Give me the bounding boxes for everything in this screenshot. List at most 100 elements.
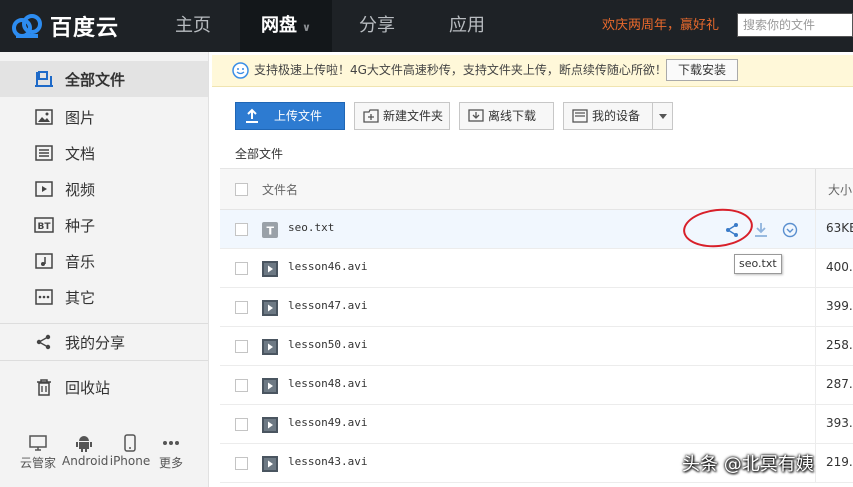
nav-home-label: 主页 <box>175 15 211 36</box>
nav-home[interactable]: 主页 <box>160 0 226 52</box>
download-install-button[interactable]: 下载安装 <box>666 59 738 81</box>
select-all-checkbox[interactable] <box>235 183 248 196</box>
download-android-client[interactable]: Android <box>62 432 108 468</box>
more-options-icon[interactable] <box>782 222 798 238</box>
row-checkbox[interactable] <box>235 262 248 275</box>
upload-notice-bar: 支持极速上传啦！4G大文件高速秒传，支持文件夹上传，断点续传随心所欲！ 下载安装 <box>212 55 853 87</box>
row-checkbox[interactable] <box>235 301 248 314</box>
bt-icon: BT <box>34 215 54 235</box>
cloud-logo-icon <box>12 14 42 38</box>
sidebar-item-images[interactable]: 图片 <box>0 99 208 135</box>
file-size: 287.9 <box>826 377 853 391</box>
table-row[interactable]: lesson50.avi 258.1 <box>220 327 853 366</box>
row-checkbox[interactable] <box>235 223 248 236</box>
chevron-down-icon: ∨ <box>302 21 311 34</box>
search-input[interactable]: 搜索你的文件 <box>737 13 853 37</box>
new-folder-button[interactable]: 新建文件夹 <box>354 102 450 130</box>
file-name[interactable]: lesson50.avi <box>288 338 367 351</box>
table-row[interactable]: T seo.txt 63KB <box>220 210 853 249</box>
sidebar-item-torrents[interactable]: BT 种子 <box>0 207 208 243</box>
all-files-icon <box>34 69 54 89</box>
button-divider <box>652 103 653 129</box>
file-name[interactable]: lesson43.avi <box>288 455 367 468</box>
nav-share[interactable]: 分享 <box>346 0 408 52</box>
nav-apps[interactable]: 应用 <box>436 0 498 52</box>
svg-text:T: T <box>267 225 275 238</box>
table-row[interactable]: lesson47.avi 399.7 <box>220 288 853 327</box>
device-icon <box>572 109 588 123</box>
table-row[interactable]: lesson49.avi 393.6 <box>220 405 853 444</box>
column-header-size[interactable]: 大小 <box>828 181 852 198</box>
column-divider <box>815 169 816 209</box>
text-file-icon: T <box>262 222 278 238</box>
column-divider <box>815 288 816 326</box>
upload-button-label: 上传文件 <box>274 109 323 123</box>
notice-text: 支持极速上传啦！4G大文件高速秒传，支持文件夹上传，断点续传随心所欲！ <box>254 63 667 77</box>
breadcrumb[interactable]: 全部文件 <box>235 145 283 162</box>
row-checkbox[interactable] <box>235 418 248 431</box>
sidebar-item-recycle-bin[interactable]: 回收站 <box>0 369 208 405</box>
baidu-yun-logo[interactable]: 百度云 <box>10 10 119 42</box>
file-size: 399.7 <box>826 299 853 313</box>
music-icon <box>34 251 54 271</box>
anniversary-promo-link[interactable]: 欢庆两周年，赢好礼 <box>602 0 719 52</box>
more-icon <box>149 432 193 454</box>
file-size: 219.2 <box>826 455 853 469</box>
svg-text:BT: BT <box>38 222 52 232</box>
caret-down-icon[interactable] <box>658 113 668 120</box>
file-size: 63KB <box>826 221 853 235</box>
download-more[interactable]: 更多 <box>149 432 193 471</box>
file-size: 393.6 <box>826 416 853 430</box>
sidebar-item-label: 其它 <box>65 288 96 307</box>
offline-download-icon <box>468 109 484 122</box>
sidebar-divider <box>0 360 208 361</box>
sidebar-item-documents[interactable]: 文档 <box>0 135 208 171</box>
video-file-icon <box>262 261 278 277</box>
download-label: 更多 <box>158 456 183 470</box>
row-checkbox[interactable] <box>235 379 248 392</box>
sidebar-item-music[interactable]: 音乐 <box>0 243 208 279</box>
share-icon <box>34 332 54 352</box>
column-divider <box>815 210 816 248</box>
sidebar-item-videos[interactable]: 视频 <box>0 171 208 207</box>
download-icon[interactable] <box>753 222 769 238</box>
file-size: 400.8 <box>826 260 853 274</box>
upload-icon <box>246 108 258 123</box>
download-label: iPhone <box>109 454 151 468</box>
trash-icon <box>34 377 54 397</box>
row-checkbox[interactable] <box>235 457 248 470</box>
file-name[interactable]: lesson49.avi <box>288 416 367 429</box>
watermark: 头条 @北冥有姨 <box>682 454 814 475</box>
file-size: 258.1 <box>826 338 853 352</box>
phone-icon <box>108 432 152 454</box>
sidebar-item-other[interactable]: 其它 <box>0 279 208 315</box>
monitor-icon <box>16 432 60 454</box>
other-icon <box>34 287 54 307</box>
column-header-name[interactable]: 文件名 <box>262 181 298 198</box>
upload-button[interactable]: 上传文件 <box>235 102 345 130</box>
nav-netdisk[interactable]: 网盘 ∨ <box>240 0 332 52</box>
video-file-icon <box>262 456 278 472</box>
sidebar-item-my-shares[interactable]: 我的分享 <box>0 324 208 360</box>
row-checkbox[interactable] <box>235 340 248 353</box>
sidebar-item-all-files[interactable]: 全部文件 <box>0 61 208 97</box>
video-file-icon <box>262 300 278 316</box>
sidebar-item-label: 全部文件 <box>65 70 126 89</box>
file-name[interactable]: lesson47.avi <box>288 299 367 312</box>
file-name[interactable]: lesson46.avi <box>288 260 367 273</box>
sidebar-item-label: 图片 <box>65 108 96 127</box>
top-bar: 百度云 主页 网盘 ∨ 分享 应用 欢庆两周年，赢好礼 搜索你的文件 <box>0 0 853 52</box>
file-table-header: 文件名 大小 <box>220 168 853 210</box>
sidebar-item-label: 种子 <box>65 216 96 235</box>
document-icon <box>34 143 54 163</box>
my-devices-button[interactable]: 我的设备 <box>563 102 673 130</box>
offline-download-label: 离线下载 <box>488 109 537 123</box>
file-name[interactable]: lesson48.avi <box>288 377 367 390</box>
offline-download-button[interactable]: 离线下载 <box>459 102 554 130</box>
file-name[interactable]: seo.txt <box>288 221 334 234</box>
download-desktop-client[interactable]: 云管家 <box>16 432 60 471</box>
table-row[interactable]: lesson48.avi 287.9 <box>220 366 853 405</box>
column-divider <box>815 366 816 404</box>
download-iphone-client[interactable]: iPhone <box>108 432 152 468</box>
sidebar: 全部文件 图片 文档 视频 BT 种子 音乐 其它 我的分享 回收站 云管家 A… <box>0 52 209 487</box>
